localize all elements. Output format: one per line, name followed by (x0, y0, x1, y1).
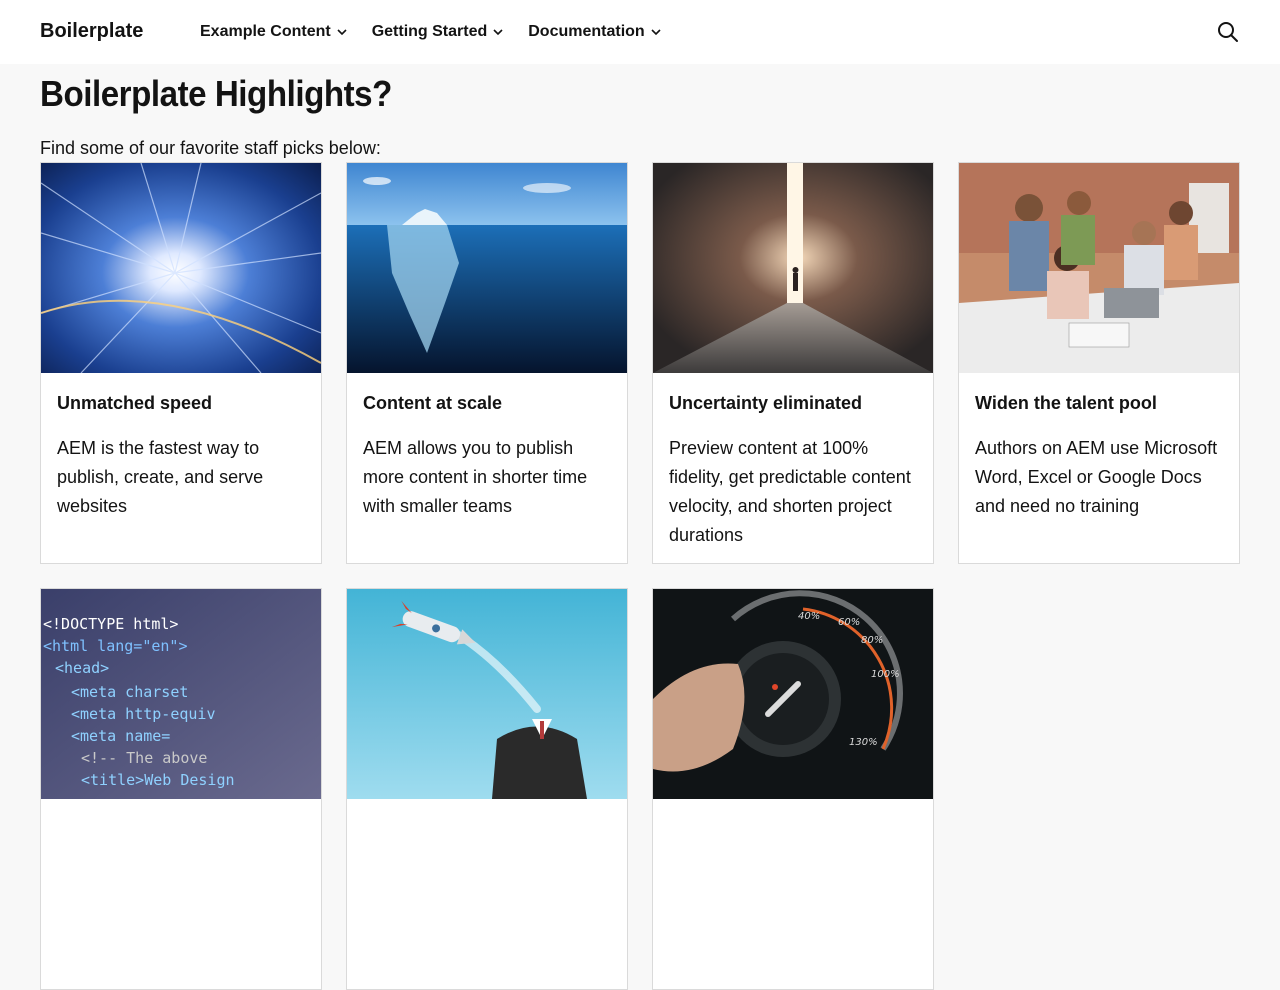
team-meeting-image (959, 163, 1239, 373)
code-line: <meta name= (71, 727, 170, 745)
dial-label: 100% (871, 669, 900, 680)
rocket-businessman-image (347, 589, 627, 799)
page-title: Boilerplate Highlights? (40, 73, 392, 114)
brand-logo-link[interactable]: Boilerplate (40, 20, 143, 43)
main-content: Boilerplate Highlights? Find some of our… (40, 64, 1240, 990)
card-text: AEM is the fastest way to publish, creat… (57, 438, 264, 516)
chevron-down-icon (493, 29, 503, 36)
card-title: Unmatched speed (57, 393, 213, 413)
card-rocket-businessman (346, 588, 628, 990)
code-line: <head> (55, 659, 109, 677)
card-widen-talent-pool: Widen the talent pool Authors on AEM use… (958, 162, 1240, 564)
site-header: Boilerplate Example Content Getting Star… (0, 0, 1280, 64)
card-unmatched-speed: Unmatched speed AEM is the fastest way t… (40, 162, 322, 564)
code-line: <!-- The above (81, 749, 207, 767)
nav-sections: Example Content Getting Started Document… (200, 0, 662, 64)
nav-item-example-content[interactable]: Example Content (200, 23, 348, 41)
speed-dial-image: 40% 60% 80% 100% 130% (653, 589, 933, 799)
card-title: Uncertainty eliminated (669, 393, 863, 413)
light-doorway-image (653, 163, 933, 373)
dial-label: 80% (861, 635, 883, 646)
card-body: Unmatched speed AEM is the fastest way t… (41, 373, 321, 537)
code-line: <html lang="en"> (43, 637, 188, 655)
card-text: Authors on AEM use Microsoft Word, Excel… (975, 438, 1218, 516)
card-title: Widen the talent pool (975, 393, 1157, 413)
nav-item-label: Documentation (528, 23, 645, 40)
card-uncertainty-eliminated: Uncertainty eliminated Preview content a… (652, 162, 934, 564)
card-speed-dial: 40% 60% 80% 100% 130% (652, 588, 934, 990)
code-line: <!DOCTYPE html> (43, 615, 178, 633)
card-text: AEM allows you to publish more content i… (363, 438, 588, 516)
code-line: <title>Web Design (81, 771, 235, 789)
dial-label: 60% (838, 617, 860, 628)
search-icon (1218, 22, 1238, 42)
intro-text: Find some of our favorite staff picks be… (40, 138, 381, 158)
chevron-down-icon (337, 29, 347, 36)
search-button[interactable] (1215, 19, 1241, 45)
card-html-code: <!DOCTYPE html> <html lang="en"> <head> … (40, 588, 322, 990)
nav-item-label: Getting Started (371, 23, 488, 40)
card-content-at-scale: Content at scale AEM allows you to publi… (346, 162, 628, 564)
card-body: Content at scale AEM allows you to publi… (347, 373, 627, 537)
card-body: Widen the talent pool Authors on AEM use… (959, 373, 1239, 537)
code-line: <meta charset (71, 683, 188, 701)
code-line: <meta http-equiv (71, 705, 216, 723)
html-code-image: <!DOCTYPE html> <html lang="en"> <head> … (41, 589, 321, 799)
speed-tunnel-image (41, 163, 321, 373)
nav-item-label: Example Content (200, 23, 331, 40)
cards-grid: Unmatched speed AEM is the fastest way t… (40, 162, 1240, 990)
nav-item-documentation[interactable]: Documentation (528, 23, 661, 41)
dial-label: 40% (798, 611, 820, 622)
dial-label: 130% (849, 737, 878, 748)
chevron-down-icon (651, 29, 661, 36)
card-text: Preview content at 100% fidelity, get pr… (669, 438, 911, 545)
card-body: Uncertainty eliminated Preview content a… (653, 373, 933, 563)
iceberg-image (347, 163, 627, 373)
card-title: Content at scale (363, 393, 503, 413)
nav-item-getting-started[interactable]: Getting Started (372, 23, 505, 41)
